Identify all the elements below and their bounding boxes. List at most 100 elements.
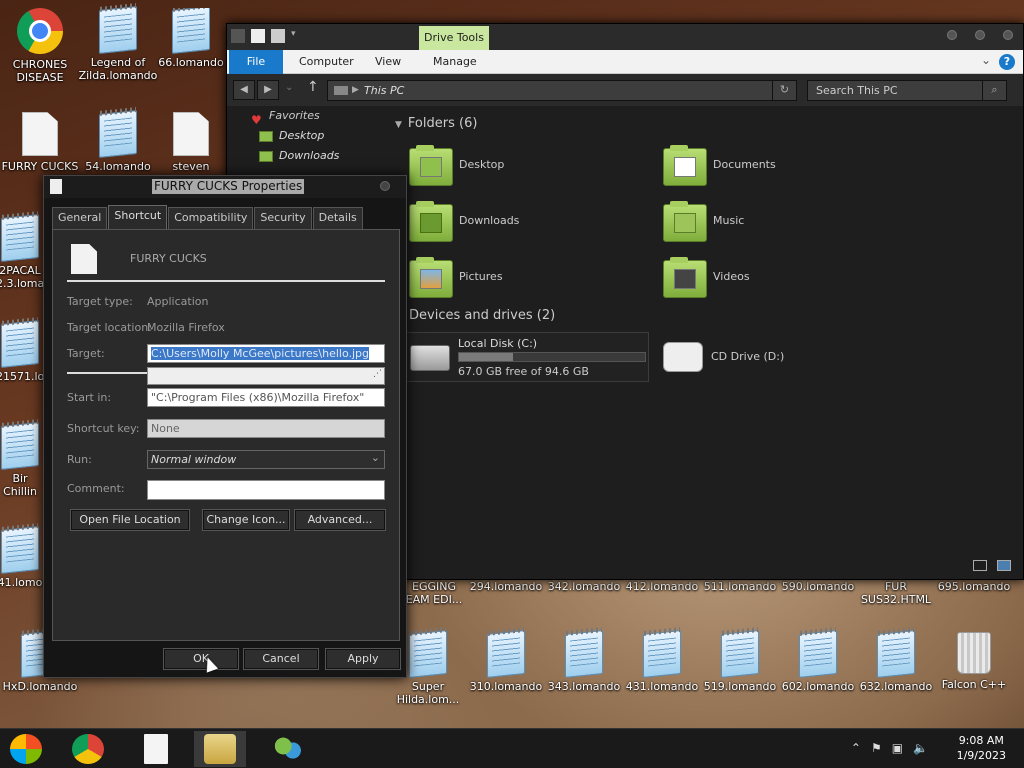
desktop-icon-343[interactable]: 343.lomando <box>544 630 624 693</box>
downloads-folder-icon <box>259 151 273 162</box>
desktop-icon-412[interactable]: 412.lomando <box>622 580 702 593</box>
start-in-input[interactable]: "C:\Program Files (x86)\Mozilla Firefox" <box>147 388 385 407</box>
expand-ribbon-icon[interactable]: ⌄ <box>981 53 991 67</box>
taskbar-people[interactable] <box>262 731 314 767</box>
properties-icon[interactable] <box>251 29 265 43</box>
help-icon[interactable]: ? <box>999 54 1015 70</box>
details-view-icon[interactable] <box>973 560 987 571</box>
cd-drive-icon <box>663 342 703 372</box>
window-controls <box>947 30 1013 40</box>
forward-button[interactable]: ▶ <box>257 80 279 100</box>
desktop-icon-590[interactable]: 590.lomando <box>778 580 858 593</box>
clock[interactable]: 9:08 AM 1/9/2023 <box>957 733 1006 763</box>
start-button[interactable] <box>0 731 52 767</box>
desktop-icon-54[interactable]: 54.lomando <box>78 110 158 173</box>
desktop-icon-66[interactable]: 66.lomando <box>156 8 226 69</box>
apply-button[interactable]: Apply <box>325 648 401 670</box>
refresh-icon[interactable]: ↻ <box>772 80 796 101</box>
divider <box>67 372 147 374</box>
nav-downloads[interactable]: Downloads <box>227 146 387 166</box>
tab-computer[interactable]: Computer <box>287 50 366 74</box>
breadcrumb-chevron-icon[interactable]: ▶ <box>352 81 359 100</box>
nav-desktop[interactable]: Desktop <box>227 126 387 146</box>
search-icon[interactable]: ⌕ <box>982 80 1006 101</box>
desktop-icon-furry-cucks[interactable]: FURRY CUCKS <box>0 112 80 173</box>
new-folder-icon[interactable] <box>271 29 285 43</box>
resize-grip-icon[interactable]: ⋰ <box>373 368 382 383</box>
tab-security[interactable]: Security <box>254 207 312 229</box>
tab-shortcut[interactable]: Shortcut <box>108 205 168 229</box>
desktop-icon-2pacal[interactable]: 2PACAL 2.3.lomand <box>0 214 58 290</box>
notepad-icon <box>1 422 39 470</box>
back-button[interactable]: ◀ <box>233 80 255 100</box>
advanced-button[interactable]: Advanced... <box>294 509 386 531</box>
desktop-icon-egging[interactable]: EGGING EAM EDI... <box>404 580 464 606</box>
target-autocomplete-dropdown[interactable]: ⋰ <box>147 367 385 385</box>
devices-header[interactable]: Devices and drives (2) <box>409 308 555 323</box>
desktop-icon-294[interactable]: 294.lomando <box>466 580 546 593</box>
collapse-arrow-icon: ▼ <box>395 120 402 130</box>
desktop-icon-steven[interactable]: steven <box>156 112 226 173</box>
desktop-icon-511[interactable]: 511.lomando <box>700 580 780 593</box>
close-button[interactable] <box>1003 30 1013 40</box>
nav-favorites[interactable]: ♥ Favorites <box>227 106 387 127</box>
desktop-icon-695[interactable]: 695.lomando <box>934 580 1014 593</box>
maximize-button[interactable] <box>975 30 985 40</box>
desktop-icon-bir-chillin[interactable]: Bir Chillin <box>0 422 44 498</box>
desktop-icon-falcon[interactable]: Falcon C++ <box>934 632 1014 691</box>
notepad-icon <box>99 6 137 54</box>
target-label: Target: <box>67 347 105 360</box>
desktop-icon-41[interactable]: 41.lomo <box>0 526 44 589</box>
search-input[interactable]: Search This PC ⌕ <box>807 80 1007 101</box>
tab-general[interactable]: General <box>52 207 108 229</box>
desktop-icon-602[interactable]: 602.lomando <box>778 630 858 693</box>
change-icon-button[interactable]: Change Icon... <box>202 509 290 531</box>
folders-header[interactable]: ▼ Folders (6) <box>395 116 477 131</box>
up-arrow-icon[interactable]: ↑ <box>307 79 319 95</box>
desktop-icon-fur-sus32[interactable]: FUR SUS32.HTML <box>856 580 936 606</box>
notepad-icon <box>99 110 137 158</box>
desktop-icon-342[interactable]: 342.lomando <box>544 580 624 593</box>
tab-manage[interactable]: Manage <box>421 50 489 74</box>
desktop-icon-21571[interactable]: 21571.lo <box>0 320 44 383</box>
shortcut-key-input[interactable]: None <box>147 419 385 438</box>
tab-compatibility[interactable]: Compatibility <box>168 207 254 229</box>
network-icon[interactable]: ▣ <box>892 741 903 755</box>
address-field[interactable]: ▶ This PC ↻ <box>327 80 797 101</box>
target-input[interactable]: C:\Users\Molly McGee\pictures\hello.jpg <box>147 344 385 363</box>
desktop-icon-legend-of-zilda[interactable]: Legend of Zilda.lomando <box>78 6 158 82</box>
run-select[interactable]: Normal window <box>147 450 385 469</box>
open-file-location-button[interactable]: Open File Location <box>70 509 190 531</box>
local-disk-c[interactable]: Local Disk (C:) 67.0 GB free of 94.6 GB <box>405 332 649 382</box>
desktop-icon-431[interactable]: 431.lomando <box>622 630 702 693</box>
tab-view[interactable]: View <box>363 50 413 74</box>
clock-time: 9:08 AM <box>958 734 1004 747</box>
explorer-titlebar[interactable]: ▾ Drive Tools <box>227 24 1023 50</box>
desktop-icon-519[interactable]: 519.lomando <box>700 630 780 693</box>
taskbar-chrome[interactable] <box>62 731 114 767</box>
hard-drive-icon <box>410 345 450 371</box>
blank-file-icon <box>173 112 209 156</box>
minimize-button[interactable] <box>947 30 957 40</box>
taskbar-file-explorer[interactable] <box>194 731 246 767</box>
desktop-icon-310[interactable]: 310.lomando <box>466 630 546 693</box>
desktop-icon-632[interactable]: 632.lomando <box>856 630 936 693</box>
recent-locations-icon[interactable]: ⌄ <box>285 82 293 93</box>
large-icons-view-icon[interactable] <box>997 560 1011 571</box>
cd-drive-d[interactable]: CD Drive (D:) <box>661 332 861 382</box>
dialog-titlebar[interactable]: FURRY CUCKS Properties <box>44 176 406 198</box>
shortcut-name: FURRY CUCKS <box>130 252 207 265</box>
notepad-icon <box>1 320 39 368</box>
show-hidden-icons-icon[interactable]: ⌃ <box>851 741 861 755</box>
tab-details[interactable]: Details <box>312 207 363 229</box>
chevron-down-icon[interactable]: ▾ <box>291 29 296 43</box>
action-center-flag-icon[interactable]: ⚑ <box>871 741 882 755</box>
volume-icon[interactable]: 🔈 <box>913 741 928 755</box>
cancel-button[interactable]: Cancel <box>243 648 319 670</box>
tab-file[interactable]: File <box>229 50 283 74</box>
close-button[interactable] <box>380 181 390 191</box>
taskbar-notepad[interactable] <box>130 731 182 767</box>
taskbar: ⌃ ⚑ ▣ 🔈 9:08 AM 1/9/2023 <box>0 728 1024 768</box>
desktop-icon-chrones-disease[interactable]: CHRONES DISEASE <box>0 8 80 84</box>
comment-input[interactable] <box>147 480 385 500</box>
